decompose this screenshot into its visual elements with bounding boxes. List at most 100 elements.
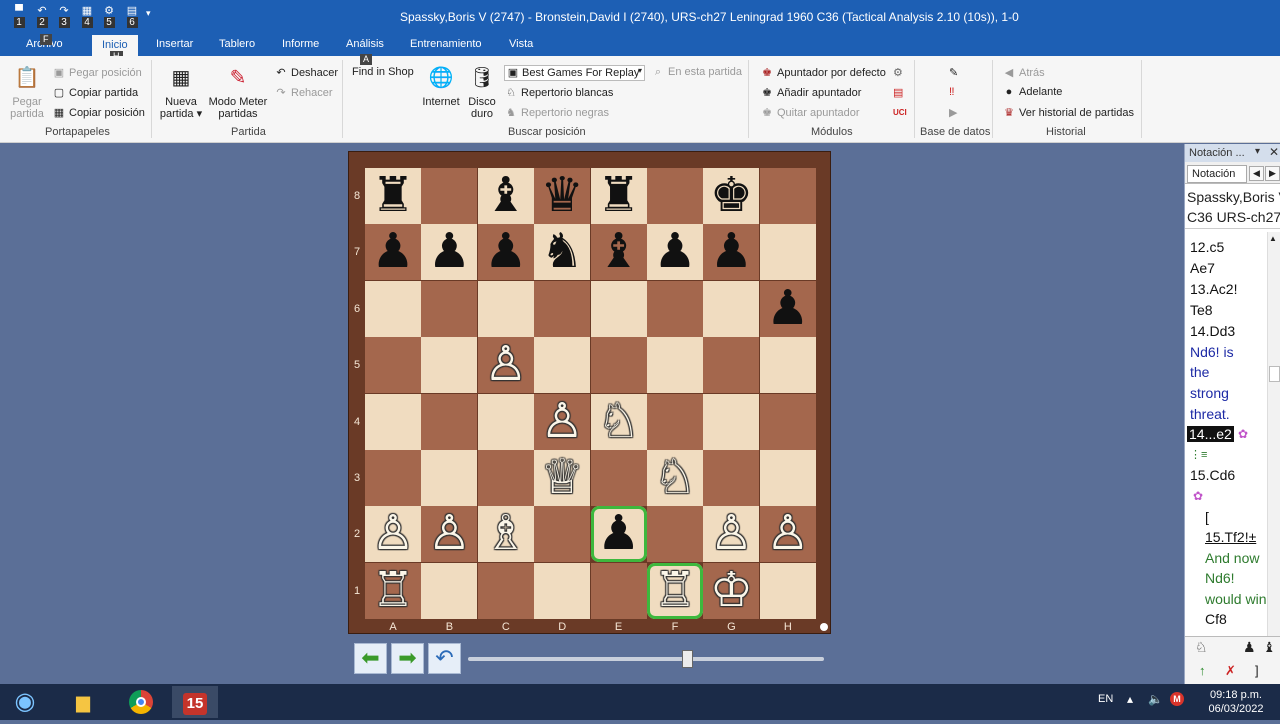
black-piece[interactable]: ♟ — [766, 282, 809, 335]
notification-icon[interactable]: M — [1170, 692, 1184, 706]
black-piece[interactable]: ♜ — [597, 169, 640, 222]
square-a1[interactable]: ♖ — [365, 562, 421, 619]
white-piece[interactable]: ♕ — [541, 451, 584, 504]
next-move-button[interactable]: ➡ — [391, 643, 424, 674]
square-b4[interactable] — [421, 393, 478, 450]
black-piece[interactable]: ♜ — [371, 169, 414, 222]
square-e4[interactable]: ♘ — [590, 393, 647, 450]
square-h8[interactable] — [759, 168, 816, 224]
white-piece[interactable]: ♗ — [484, 507, 527, 560]
black-piece[interactable]: ♝ — [597, 225, 640, 278]
volume-icon[interactable]: 🔈 — [1148, 692, 1163, 706]
paste-position-button[interactable]: ▣ Pegar posición — [52, 66, 142, 79]
square-h4[interactable] — [759, 393, 816, 450]
square-c3[interactable] — [477, 450, 534, 506]
white-piece[interactable]: ♘ — [653, 451, 696, 504]
square-f2[interactable] — [647, 506, 703, 563]
square-a2[interactable]: ♙ — [365, 506, 421, 563]
square-g6[interactable] — [703, 280, 760, 337]
square-d7[interactable]: ♞ — [534, 224, 591, 281]
black-piece[interactable]: ♟ — [710, 225, 753, 278]
square-c5[interactable]: ♙ — [477, 337, 534, 394]
square-g2[interactable]: ♙ — [703, 506, 760, 563]
tab-notacion[interactable]: Notación — [1187, 165, 1247, 183]
white-piece[interactable]: ♙ — [484, 338, 527, 391]
square-c6[interactable] — [477, 280, 534, 337]
white-piece[interactable]: ♙ — [710, 507, 753, 560]
black-piece[interactable]: ♞ — [541, 225, 584, 278]
square-h5[interactable] — [759, 337, 816, 394]
in-this-game-button[interactable]: ⌕ En esta partida — [651, 66, 742, 79]
prev-move-button[interactable]: ⬅ — [354, 643, 387, 674]
move[interactable]: 14.Dd3 — [1190, 323, 1235, 339]
square-d4[interactable]: ♙ — [534, 393, 591, 450]
scroll-up-icon[interactable]: ▲ — [1269, 234, 1277, 243]
language-indicator[interactable]: EN — [1098, 693, 1113, 705]
paste-game-button[interactable]: 📋 Pegar partida — [8, 64, 46, 120]
white-piece[interactable]: ♔ — [710, 564, 753, 617]
tab-entrenamiento[interactable]: EntrenamientoT — [410, 38, 482, 67]
square-a6[interactable] — [365, 280, 421, 337]
square-b2[interactable]: ♙ — [421, 506, 478, 563]
square-a5[interactable] — [365, 337, 421, 394]
square-g7[interactable]: ♟ — [703, 224, 760, 281]
move-slider-track[interactable] — [468, 657, 824, 661]
square-f1[interactable]: ♖ — [647, 562, 703, 619]
square-g5[interactable] — [703, 337, 760, 394]
tab-insertar[interactable]: InsertarI — [156, 38, 193, 67]
black-piece[interactable]: ♚ — [710, 169, 753, 222]
black-piece[interactable]: ♟ — [371, 225, 414, 278]
square-f5[interactable] — [647, 337, 703, 394]
black-piece[interactable]: ♟ — [484, 225, 527, 278]
reference-dropdown[interactable]: ▣ Best Games For Replay ▾ — [504, 65, 645, 81]
square-e7[interactable]: ♝ — [590, 224, 647, 281]
notation-scrollbar[interactable]: ▲ — [1267, 232, 1280, 684]
print-icon[interactable]: ▤ 6 — [123, 5, 141, 29]
white-repertoire-button[interactable]: ♘ Repertorio blancas — [504, 86, 613, 99]
redo-button[interactable]: ↷ Rehacer — [274, 86, 332, 99]
take-back-button[interactable]: ↶ — [428, 643, 461, 674]
default-kibitzer-button[interactable]: ♚ Apuntador por defecto — [760, 66, 886, 79]
forward-button[interactable]: ● Adelante — [1002, 86, 1063, 98]
square-b6[interactable] — [421, 280, 478, 337]
square-a8[interactable]: ♜ — [365, 168, 421, 224]
square-e5[interactable] — [590, 337, 647, 394]
white-piece[interactable]: ♖ — [653, 564, 696, 617]
tab-analisis[interactable]: AnálisisA — [346, 38, 384, 67]
square-d5[interactable] — [534, 337, 591, 394]
square-e8[interactable]: ♜ — [590, 168, 647, 224]
square-g4[interactable] — [703, 393, 760, 450]
square-c7[interactable]: ♟ — [477, 224, 534, 281]
square-a3[interactable] — [365, 450, 421, 506]
white-piece[interactable]: ♙ — [371, 507, 414, 560]
file-explorer-icon[interactable]: ▆ — [60, 686, 106, 718]
square-b5[interactable] — [421, 337, 478, 394]
square-g3[interactable] — [703, 450, 760, 506]
pin-icon[interactable]: ▾ — [1255, 146, 1260, 157]
move[interactable]: 12.c5 — [1190, 239, 1224, 255]
square-e2[interactable]: ♟ — [590, 506, 647, 563]
engine-settings-icon[interactable]: ⚙ — [893, 66, 903, 79]
promote-icon[interactable]: ♝ — [1263, 639, 1276, 656]
chrome-icon[interactable] — [118, 686, 164, 718]
move[interactable]: 15.Cd6 — [1190, 467, 1235, 483]
black-piece[interactable]: ♟ — [653, 225, 696, 278]
square-a4[interactable] — [365, 393, 421, 450]
square-f3[interactable]: ♘ — [647, 450, 703, 506]
square-h7[interactable] — [759, 224, 816, 281]
add-kibitzer-button[interactable]: ♚ Añadir apuntador — [760, 86, 861, 99]
square-g8[interactable]: ♚ — [703, 168, 760, 224]
white-piece[interactable]: ♘ — [597, 395, 640, 448]
square-f6[interactable] — [647, 280, 703, 337]
internet-button[interactable]: 🌐 Internet — [419, 64, 463, 108]
white-piece[interactable]: ♙ — [766, 507, 809, 560]
white-piece[interactable]: ♙ — [428, 507, 471, 560]
square-d2[interactable] — [534, 506, 591, 563]
square-d1[interactable] — [534, 562, 591, 619]
black-piece[interactable]: ♟ — [428, 225, 471, 278]
square-b3[interactable] — [421, 450, 478, 506]
square-c1[interactable] — [477, 562, 534, 619]
square-e3[interactable] — [590, 450, 647, 506]
copy-position-button[interactable]: ▦ Copiar posición — [52, 106, 145, 119]
square-g1[interactable]: ♔ — [703, 562, 760, 619]
